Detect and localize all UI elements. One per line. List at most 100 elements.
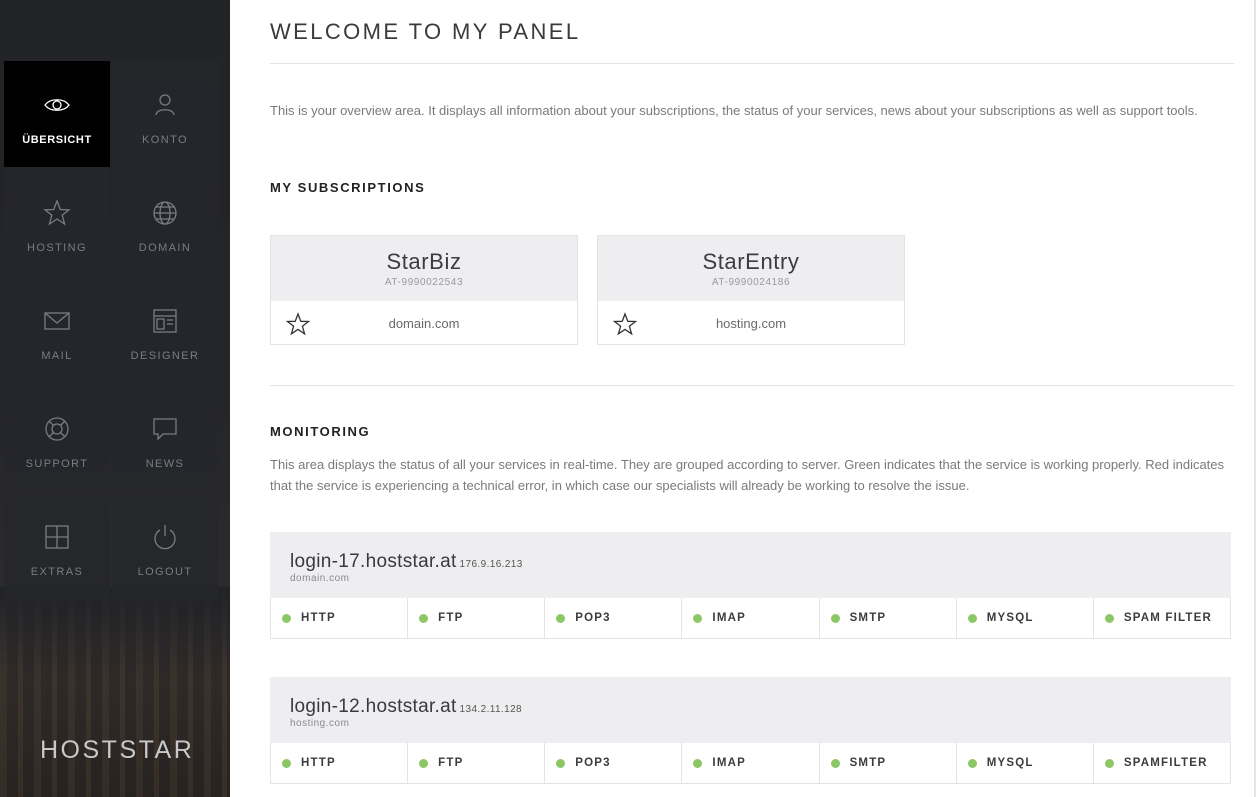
server-hostname: login-17.hoststar.at [290,551,457,572]
service-status-http: HTTP [271,598,409,638]
service-status-spam-filter: SPAM FILTER [1094,598,1230,638]
sidebar-item-news[interactable]: NEWS [112,385,218,491]
intro-text: This is your overview area. It displays … [270,103,1198,118]
subscription-id: AT-9990024186 [711,277,791,288]
subscription-card-starbiz[interactable]: StarBiz AT-9990022543 domain.com [270,235,578,345]
service-status-mysql: MYSQL [957,598,1094,638]
status-ok-dot [1104,613,1114,623]
sidebar-item-domain[interactable]: DOMAIN [112,169,218,275]
service-status-row: HTTP FTP POP3 IMAP SMTP MYSQL SPAMFILTER [270,743,1231,784]
service-status-imap: IMAP [682,743,820,783]
service-label: HTTP [301,612,336,624]
sidebar-item-extras[interactable]: EXTRAS [4,493,110,599]
status-ok-dot [830,613,840,623]
status-ok-dot [693,758,703,768]
server-header: login-17.hoststar.at 176.9.16.213 domain.… [270,532,1231,598]
server-ip: 134.2.11.128 [459,704,522,715]
service-label: MYSQL [986,612,1034,624]
sidebar-item-overview[interactable]: ÜBERSICHT [4,61,110,167]
service-status-spam-filter: SPAMFILTER [1094,743,1230,783]
power-icon [150,522,180,552]
subscription-card-footer: domain.com [271,301,577,345]
service-label: HTTP [301,757,336,769]
globe-icon [150,198,180,228]
lifebuoy-icon [42,414,72,444]
sidebar-item-account[interactable]: KONTO [112,61,218,167]
subscription-card-footer: hosting.com [598,301,904,345]
service-status-http: HTTP [271,743,409,783]
service-status-smtp: SMTP [820,743,957,783]
service-label: IMAP [712,612,746,624]
sidebar-item-label: SUPPORT [25,458,89,470]
service-label: POP3 [575,757,611,769]
sidebar-item-label: EXTRAS [30,566,84,578]
service-status-row: HTTP FTP POP3 IMAP SMTP MYSQL SPAM FILTE… [270,598,1231,639]
layout-icon [150,306,180,336]
server-ip: 176.9.16.213 [459,559,523,570]
service-status-ftp: FTP [408,598,546,638]
sidebar-menu: ÜBERSICHT KONTO HOSTING DOMAIN MAIL DESI… [4,61,220,599]
monitoring-description: This area displays the status of all you… [270,457,1225,493]
service-label: POP3 [575,612,611,624]
subscription-card-header: StarBiz AT-9990022543 [271,236,577,301]
service-label: SPAMFILTER [1123,757,1208,769]
service-label: FTP [438,757,464,769]
service-status-smtp: SMTP [820,598,957,638]
user-icon [150,90,180,120]
subscription-domain[interactable]: hosting.com [598,316,904,331]
service-label: SMTP [849,757,887,769]
subscription-id: AT-9990022543 [384,277,464,288]
sidebar-item-label: HOSTING [27,242,87,254]
service-label: IMAP [712,757,746,769]
status-ok-dot [556,613,566,623]
service-status-pop3: POP3 [545,598,683,638]
sidebar-item-label: KONTO [142,134,188,146]
subscription-name: StarEntry [702,249,800,274]
sidebar-item-mail[interactable]: MAIL [4,277,110,383]
sidebar-item-logout[interactable]: LOGOUT [112,493,218,599]
service-status-ftp: FTP [408,743,546,783]
subscription-name: StarBiz [386,249,462,274]
service-status-mysql: MYSQL [957,743,1094,783]
subscription-domain[interactable]: domain.com [271,316,577,331]
hoststar-logo[interactable]: HOSTSTAR [40,736,194,765]
service-status-imap: IMAP [682,598,820,638]
sidebar: ÜBERSICHT KONTO HOSTING DOMAIN MAIL DESI… [0,0,230,797]
sidebar-background-image [0,587,230,797]
status-ok-dot [830,758,840,768]
envelope-icon [42,306,72,336]
plus-box-icon [42,522,72,552]
sidebar-item-label: DOMAIN [138,242,192,254]
service-label: SMTP [849,612,887,624]
status-ok-dot [556,758,566,768]
server-panel-login-17: login-17.hoststar.at 176.9.16.213 domain.… [270,532,1231,639]
server-domain: hosting.com [290,718,350,729]
sidebar-item-label: NEWS [145,458,185,470]
subscription-card-starentry[interactable]: StarEntry AT-9990024186 hosting.com [597,235,905,345]
sidebar-item-hosting[interactable]: HOSTING [4,169,110,275]
status-ok-dot [419,758,429,768]
sidebar-item-designer[interactable]: DESIGNER [112,277,218,383]
server-domain: domain.com [290,573,350,584]
sidebar-item-support[interactable]: SUPPORT [4,385,110,491]
divider [270,385,1234,386]
speech-bubble-icon [150,414,180,444]
service-label: SPAM FILTER [1123,612,1213,624]
sidebar-item-label: LOGOUT [137,566,193,578]
server-panel-login-12: login-12.hoststar.at 134.2.11.128 hosting… [270,677,1231,784]
status-ok-dot [282,758,291,768]
status-ok-dot [1104,758,1114,768]
service-label: MYSQL [986,757,1034,769]
status-ok-dot [693,613,703,623]
status-ok-dot [967,613,977,623]
sidebar-item-label: MAIL [41,350,73,362]
server-hostname: login-12.hoststar.at [290,696,457,717]
sidebar-item-label: DESIGNER [130,350,200,362]
subscriptions-heading: MY SUBSCRIPTIONS [270,180,426,195]
status-ok-dot [419,613,429,623]
eye-icon [42,90,72,120]
service-status-pop3: POP3 [545,743,683,783]
page-title: WELCOME TO MY PANEL [270,19,581,44]
sidebar-item-label: ÜBERSICHT [22,134,92,146]
status-ok-dot [282,613,291,623]
